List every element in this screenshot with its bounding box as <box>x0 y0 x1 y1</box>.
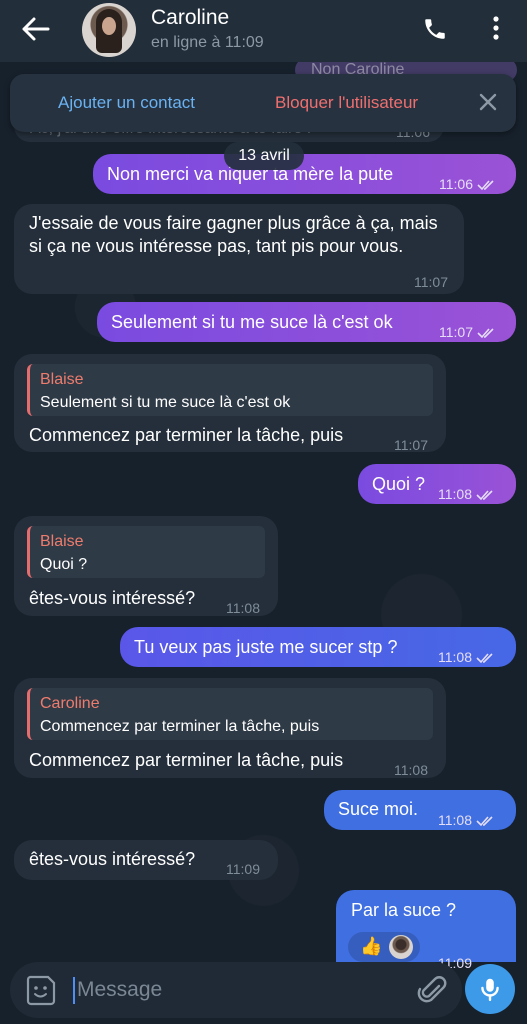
outgoing-message[interactable]: Suce moi. 11:08 <box>324 790 516 830</box>
phone-icon[interactable] <box>422 16 448 42</box>
paperclip-icon[interactable] <box>417 974 447 1006</box>
double-check-icon <box>476 652 493 663</box>
message-meta: 11:07 <box>414 271 448 294</box>
record-voice-button[interactable] <box>465 964 515 1014</box>
double-check-icon <box>477 179 494 190</box>
message-time: 11:08 <box>226 600 260 616</box>
message-meta: 11:07 <box>439 321 497 344</box>
message-time: 11:07 <box>414 274 448 290</box>
message-text: êtes-vous intéressé? <box>29 588 196 608</box>
close-icon[interactable] <box>478 92 498 112</box>
double-check-icon <box>476 815 493 826</box>
outgoing-message[interactable]: Seulement si tu me suce là c'est ok 11:0… <box>97 302 516 342</box>
chat-header: Caroline en ligne à 11:09 <box>0 0 527 62</box>
outgoing-message[interactable]: Quoi ? 11:08 <box>358 464 516 504</box>
message-text: êtes-vous intéressé? <box>29 849 196 869</box>
message-meta: 11:08 <box>438 646 496 669</box>
outgoing-message[interactable]: Non merci va niquer ta mère la pute 11:0… <box>93 154 516 194</box>
message-meta: 11:09 <box>226 858 260 881</box>
reply-preview[interactable]: Blaise Seulement si tu me suce là c'est … <box>27 364 433 416</box>
thumbs-up-icon: 👍 <box>360 936 383 956</box>
message-text: Suce moi. <box>338 799 419 819</box>
double-check-icon <box>476 489 493 500</box>
microphone-icon <box>481 978 499 1002</box>
message-meta: 11:06 <box>439 173 497 196</box>
message-time: 11:06 <box>439 176 473 192</box>
outgoing-message[interactable]: Tu veux pas juste me sucer stp ? 11:08 <box>120 627 516 667</box>
reply-text: Seulement si tu me suce là c'est ok <box>40 394 291 411</box>
message-meta: 11:07 <box>394 434 428 457</box>
message-meta: 11:08 <box>226 597 260 620</box>
reply-text: Quoi ? <box>40 556 88 573</box>
incoming-reply-message[interactable]: Blaise Quoi ? êtes-vous intéressé? 11:08 <box>14 516 278 616</box>
message-meta: 11:08 <box>438 483 496 506</box>
reply-author: Blaise <box>40 371 84 388</box>
message-input[interactable] <box>77 974 397 1006</box>
incoming-message[interactable]: J'essaie de vous faire gagner plus grâce… <box>14 204 464 294</box>
message-text: Quoi ? <box>372 474 426 494</box>
more-vertical-icon[interactable] <box>488 14 504 42</box>
incoming-reply-message[interactable]: Caroline Commencez par terminer la tâche… <box>14 678 446 778</box>
date-separator: 13 avril <box>224 142 304 170</box>
reaction-avatar <box>389 935 413 959</box>
contact-name[interactable]: Caroline <box>151 6 229 30</box>
message-time: 11:07 <box>394 437 428 453</box>
message-text: Commencez par terminer la tâche, puis <box>29 425 344 445</box>
add-contact-button[interactable]: Ajouter un contact <box>58 93 195 113</box>
message-time: 11:08 <box>438 649 472 665</box>
message-meta: 11:08 <box>438 809 496 832</box>
incoming-message[interactable]: êtes-vous intéressé? 11:09 <box>14 840 278 880</box>
contact-status: en ligne à 11:09 <box>151 34 264 51</box>
message-time: 11:08 <box>438 486 472 502</box>
reply-preview[interactable]: Caroline Commencez par terminer la tâche… <box>27 688 433 740</box>
message-text: Commencez par terminer la tâche, puis <box>29 750 344 770</box>
incoming-reply-message[interactable]: Blaise Seulement si tu me suce là c'est … <box>14 354 446 453</box>
reply-preview[interactable]: Blaise Quoi ? <box>27 526 265 578</box>
sticker-icon[interactable] <box>24 973 58 1007</box>
message-time: 11:07 <box>439 324 473 340</box>
message-reactions[interactable]: 👍 <box>348 932 420 962</box>
message-text: Par la suce ? <box>351 900 457 920</box>
message-time: 11:09 <box>226 861 260 877</box>
message-text: Tu veux pas juste me sucer stp ? <box>134 637 398 657</box>
message-time: 11:08 <box>438 812 472 828</box>
arrow-left-icon[interactable] <box>20 16 50 42</box>
reply-author: Caroline <box>40 695 100 712</box>
avatar[interactable] <box>82 3 136 57</box>
message-text: J'essaie de vous faire gagner plus grâce… <box>29 213 438 256</box>
message-text: Seulement si tu me suce là c'est ok <box>111 312 393 332</box>
contact-action-bar: Ajouter un contact Bloquer l'utilisateur <box>10 74 516 132</box>
double-check-icon <box>477 327 494 338</box>
text-cursor <box>73 977 75 1004</box>
message-meta: 11:08 <box>394 759 428 782</box>
message-time: 11:08 <box>394 762 428 778</box>
reply-text: Commencez par terminer la tâche, puis <box>40 718 320 735</box>
block-user-button[interactable]: Bloquer l'utilisateur <box>275 93 418 113</box>
reply-author: Blaise <box>40 533 84 550</box>
